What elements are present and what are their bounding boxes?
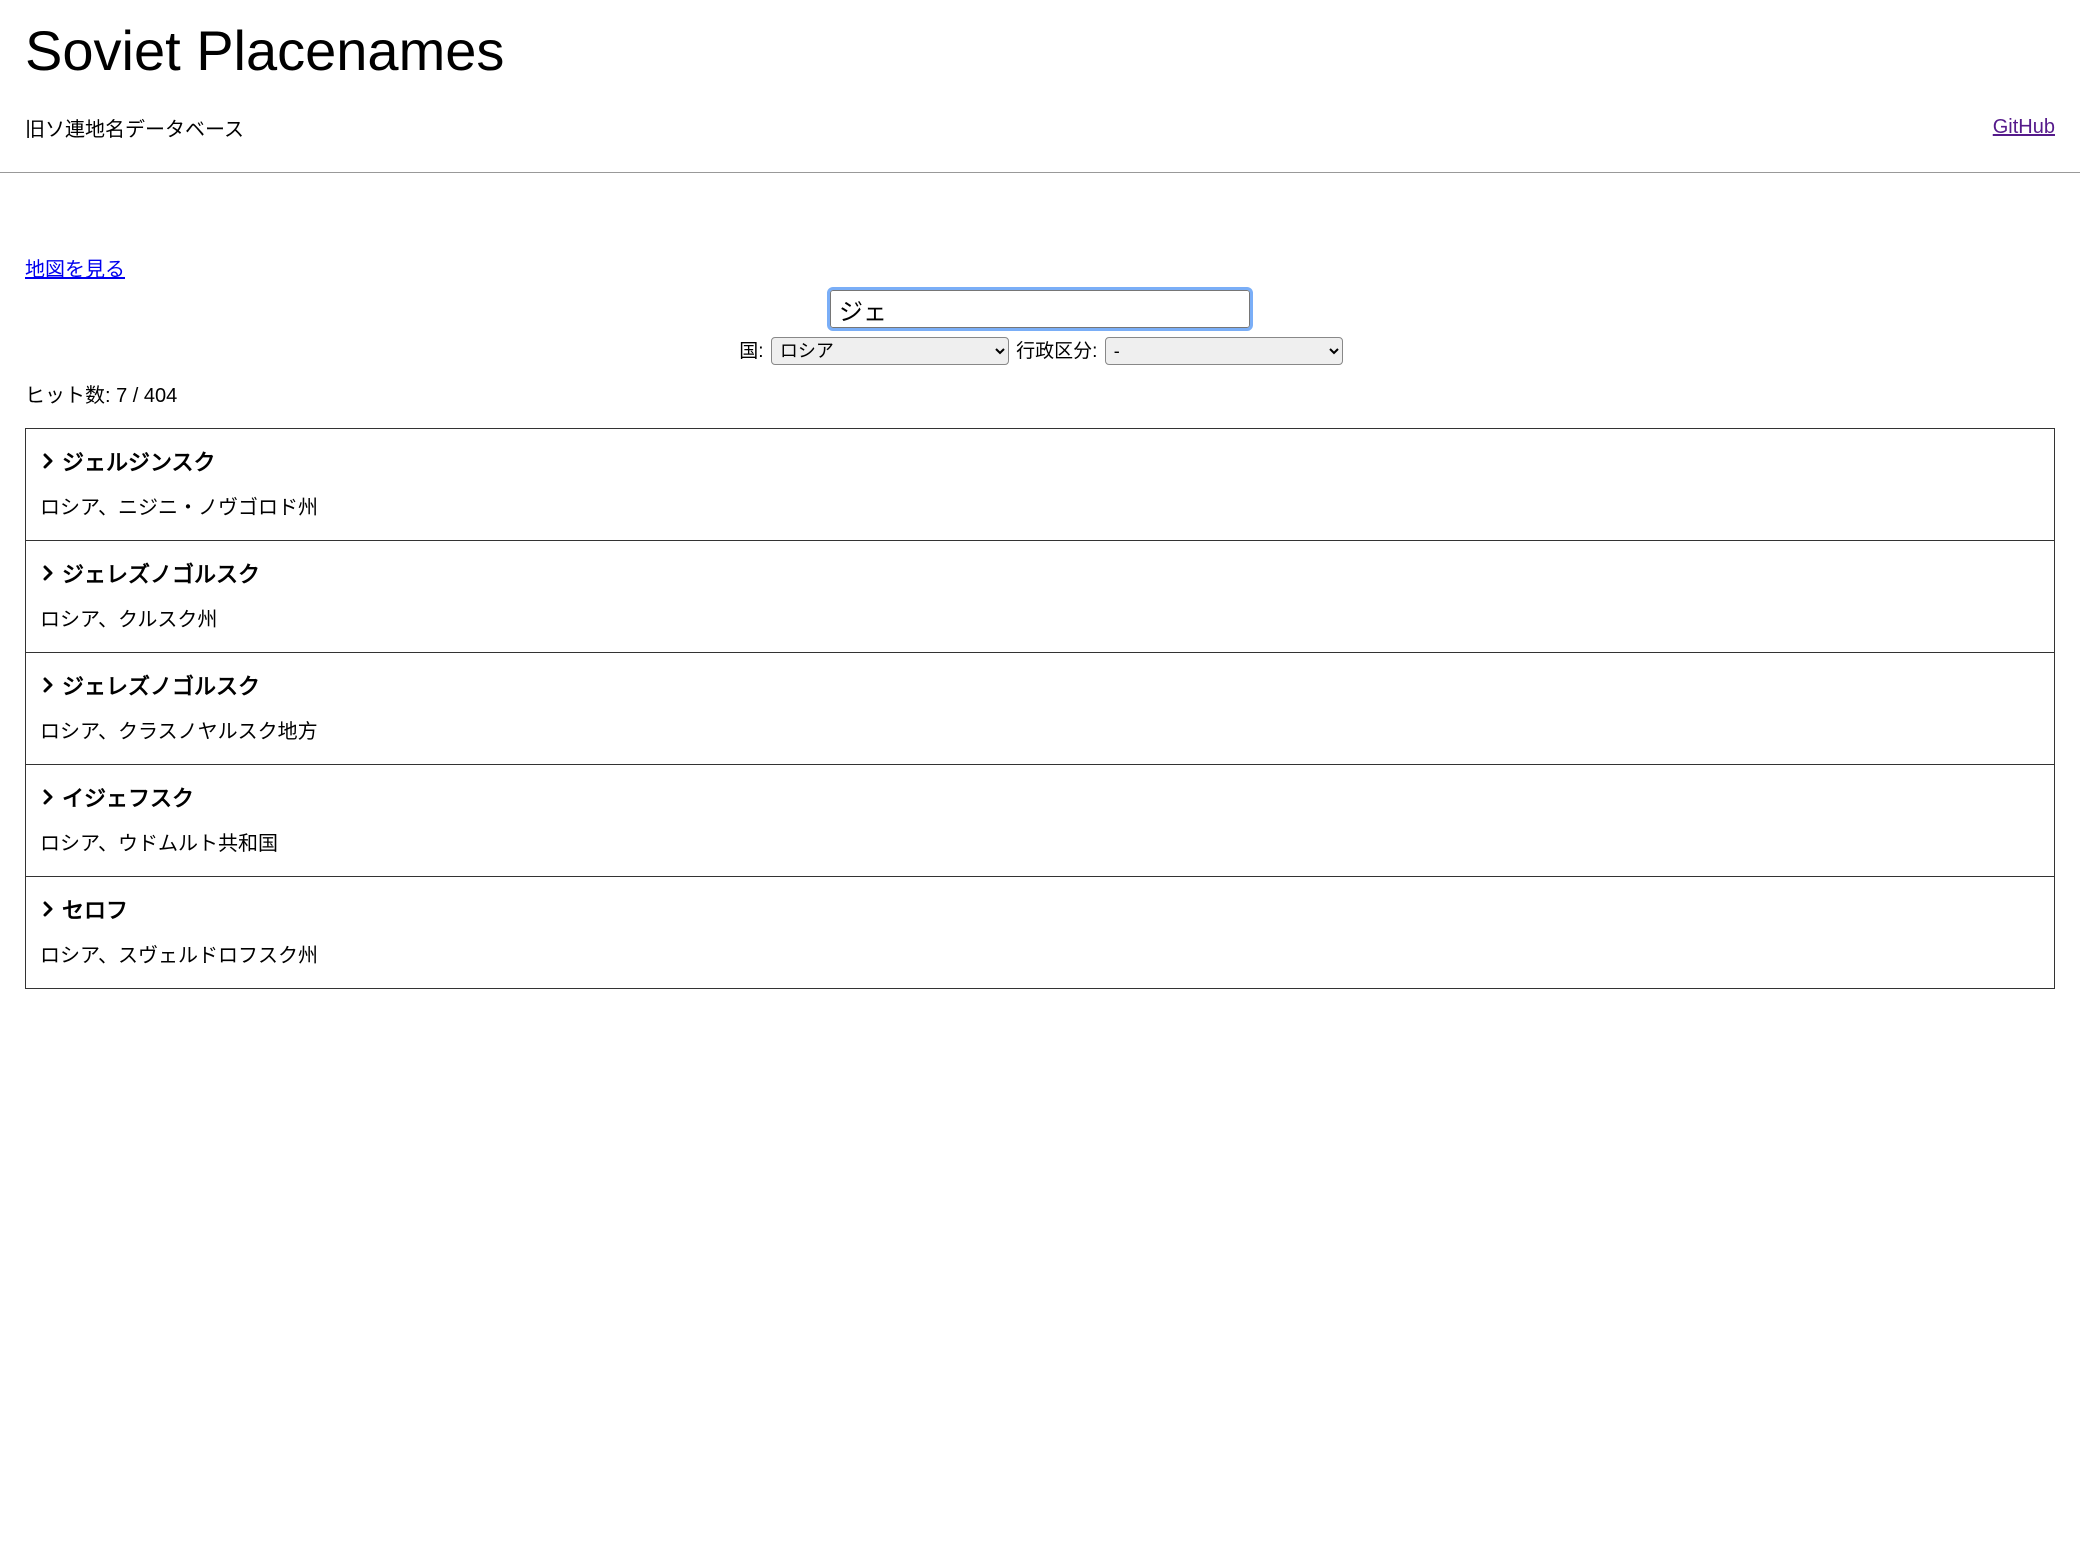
chevron-right-icon — [40, 901, 56, 917]
search-input[interactable] — [830, 290, 1250, 328]
country-select[interactable]: ロシア — [771, 337, 1009, 365]
result-item[interactable]: セロフロシア、スヴェルドロフスク州 — [26, 877, 2054, 988]
result-location: ロシア、ウドムルト共和国 — [40, 827, 2040, 856]
result-location: ロシア、スヴェルドロフスク州 — [40, 939, 2040, 968]
result-title: イジェフスク — [62, 781, 194, 813]
chevron-right-icon — [40, 789, 56, 805]
result-location: ロシア、クラスノヤルスク地方 — [40, 715, 2040, 744]
result-location: ロシア、ニジニ・ノヴゴロド州 — [40, 491, 2040, 520]
map-link[interactable]: 地図を見る — [25, 253, 125, 282]
result-item[interactable]: ジェレズノゴルスクロシア、クルスク州 — [26, 541, 2054, 653]
results-list: ジェルジンスクロシア、ニジニ・ノヴゴロド州ジェレズノゴルスクロシア、クルスク州ジ… — [25, 428, 2055, 989]
country-label: 国: — [739, 341, 763, 362]
github-link[interactable]: GitHub — [1993, 116, 2055, 139]
region-select[interactable]: - — [1105, 337, 1343, 365]
result-item[interactable]: ジェレズノゴルスクロシア、クラスノヤルスク地方 — [26, 653, 2054, 765]
result-title: セロフ — [62, 893, 128, 925]
result-item[interactable]: イジェフスクロシア、ウドムルト共和国 — [26, 765, 2054, 877]
result-title: ジェルジンスク — [62, 445, 216, 477]
chevron-right-icon — [40, 565, 56, 581]
chevron-right-icon — [40, 453, 56, 469]
region-label: 行政区分: — [1016, 341, 1097, 362]
result-title: ジェレズノゴルスク — [62, 669, 260, 701]
chevron-right-icon — [40, 677, 56, 693]
page-title: Soviet Placenames — [25, 18, 2055, 83]
result-location: ロシア、クルスク州 — [40, 603, 2040, 632]
result-title: ジェレズノゴルスク — [62, 557, 260, 589]
result-item[interactable]: ジェルジンスクロシア、ニジニ・ノヴゴロド州 — [26, 429, 2054, 541]
hit-count: ヒット数: 7 / 404 — [25, 379, 2055, 408]
page-subtitle: 旧ソ連地名データベース — [25, 113, 244, 142]
